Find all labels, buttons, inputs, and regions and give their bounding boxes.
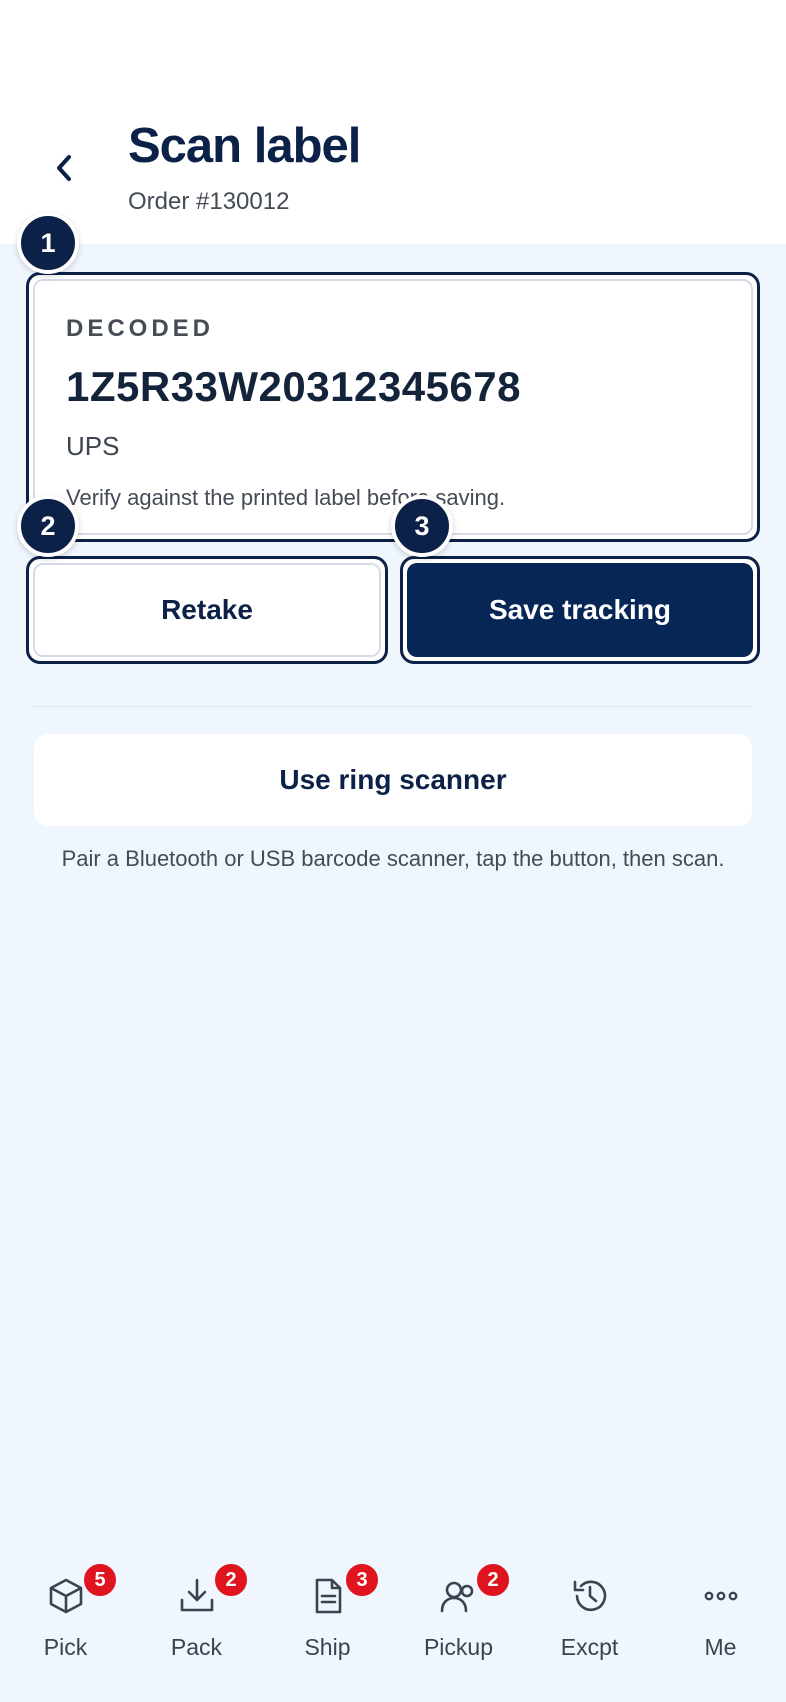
nav-item-me[interactable]: Me: [655, 1548, 786, 1702]
nav-item-pack[interactable]: 2 Pack: [131, 1548, 262, 1702]
step-badge-2: 2: [17, 495, 79, 557]
step-badge-1: 1: [17, 212, 79, 274]
retake-button-frame: Retake: [26, 556, 388, 664]
pick-count-badge: 5: [82, 1562, 118, 1598]
pickup-count-badge: 2: [475, 1562, 511, 1598]
ship-count-badge: 3: [344, 1562, 380, 1598]
header: Scan label Order #130012: [0, 0, 786, 244]
retake-button[interactable]: Retake: [33, 563, 381, 657]
pack-count-badge: 2: [213, 1562, 249, 1598]
back-button[interactable]: [44, 146, 84, 190]
use-ring-scanner-button[interactable]: Use ring scanner: [34, 734, 752, 826]
nav-label-pick: Pick: [43, 1634, 88, 1660]
chevron-left-icon: [57, 155, 71, 181]
document-icon: [315, 1578, 342, 1614]
download-icon: [180, 1578, 214, 1612]
nav-item-pick[interactable]: 5 Pick: [0, 1548, 131, 1702]
nav-label-ship: Ship: [304, 1634, 351, 1660]
ring-scanner-hint: Pair a Bluetooth or USB barcode scanner,…: [61, 846, 725, 871]
decoded-card: DECODED 1Z5R33W20312345678 UPS Verify ag…: [26, 272, 760, 542]
page-title: Scan label: [128, 119, 361, 173]
decoded-card-inner: DECODED 1Z5R33W20312345678 UPS Verify ag…: [33, 279, 753, 535]
order-number: Order #130012: [128, 188, 290, 215]
nav-label-exceptions: Excpt: [560, 1634, 619, 1660]
nav-item-ship[interactable]: 3 Ship: [262, 1548, 393, 1702]
history-icon: [573, 1580, 607, 1612]
step-badge-3: 3: [391, 495, 453, 557]
carrier-name: UPS: [66, 431, 120, 461]
decoded-label: DECODED: [66, 315, 215, 342]
save-button-frame: Save tracking: [400, 556, 760, 664]
save-tracking-button[interactable]: Save tracking: [407, 563, 753, 657]
nav-label-me: Me: [704, 1634, 737, 1660]
nav-item-exceptions[interactable]: Excpt: [524, 1548, 655, 1702]
tracking-number: 1Z5R33W20312345678: [66, 363, 522, 410]
users-icon: [440, 1581, 474, 1613]
divider: [32, 706, 754, 707]
nav-label-pickup: Pickup: [423, 1634, 494, 1660]
nav-label-pack: Pack: [170, 1634, 223, 1660]
more-icon: [704, 1591, 738, 1601]
bottom-nav: 5 Pick 2 Pack 3 Ship 2 Pickup Excpt Me: [0, 1548, 786, 1702]
scan-label-screen: Scan label Order #130012 DECODED 1Z5R33W…: [0, 0, 786, 1702]
nav-item-pickup[interactable]: 2 Pickup: [393, 1548, 524, 1702]
box-icon: [49, 1578, 83, 1614]
